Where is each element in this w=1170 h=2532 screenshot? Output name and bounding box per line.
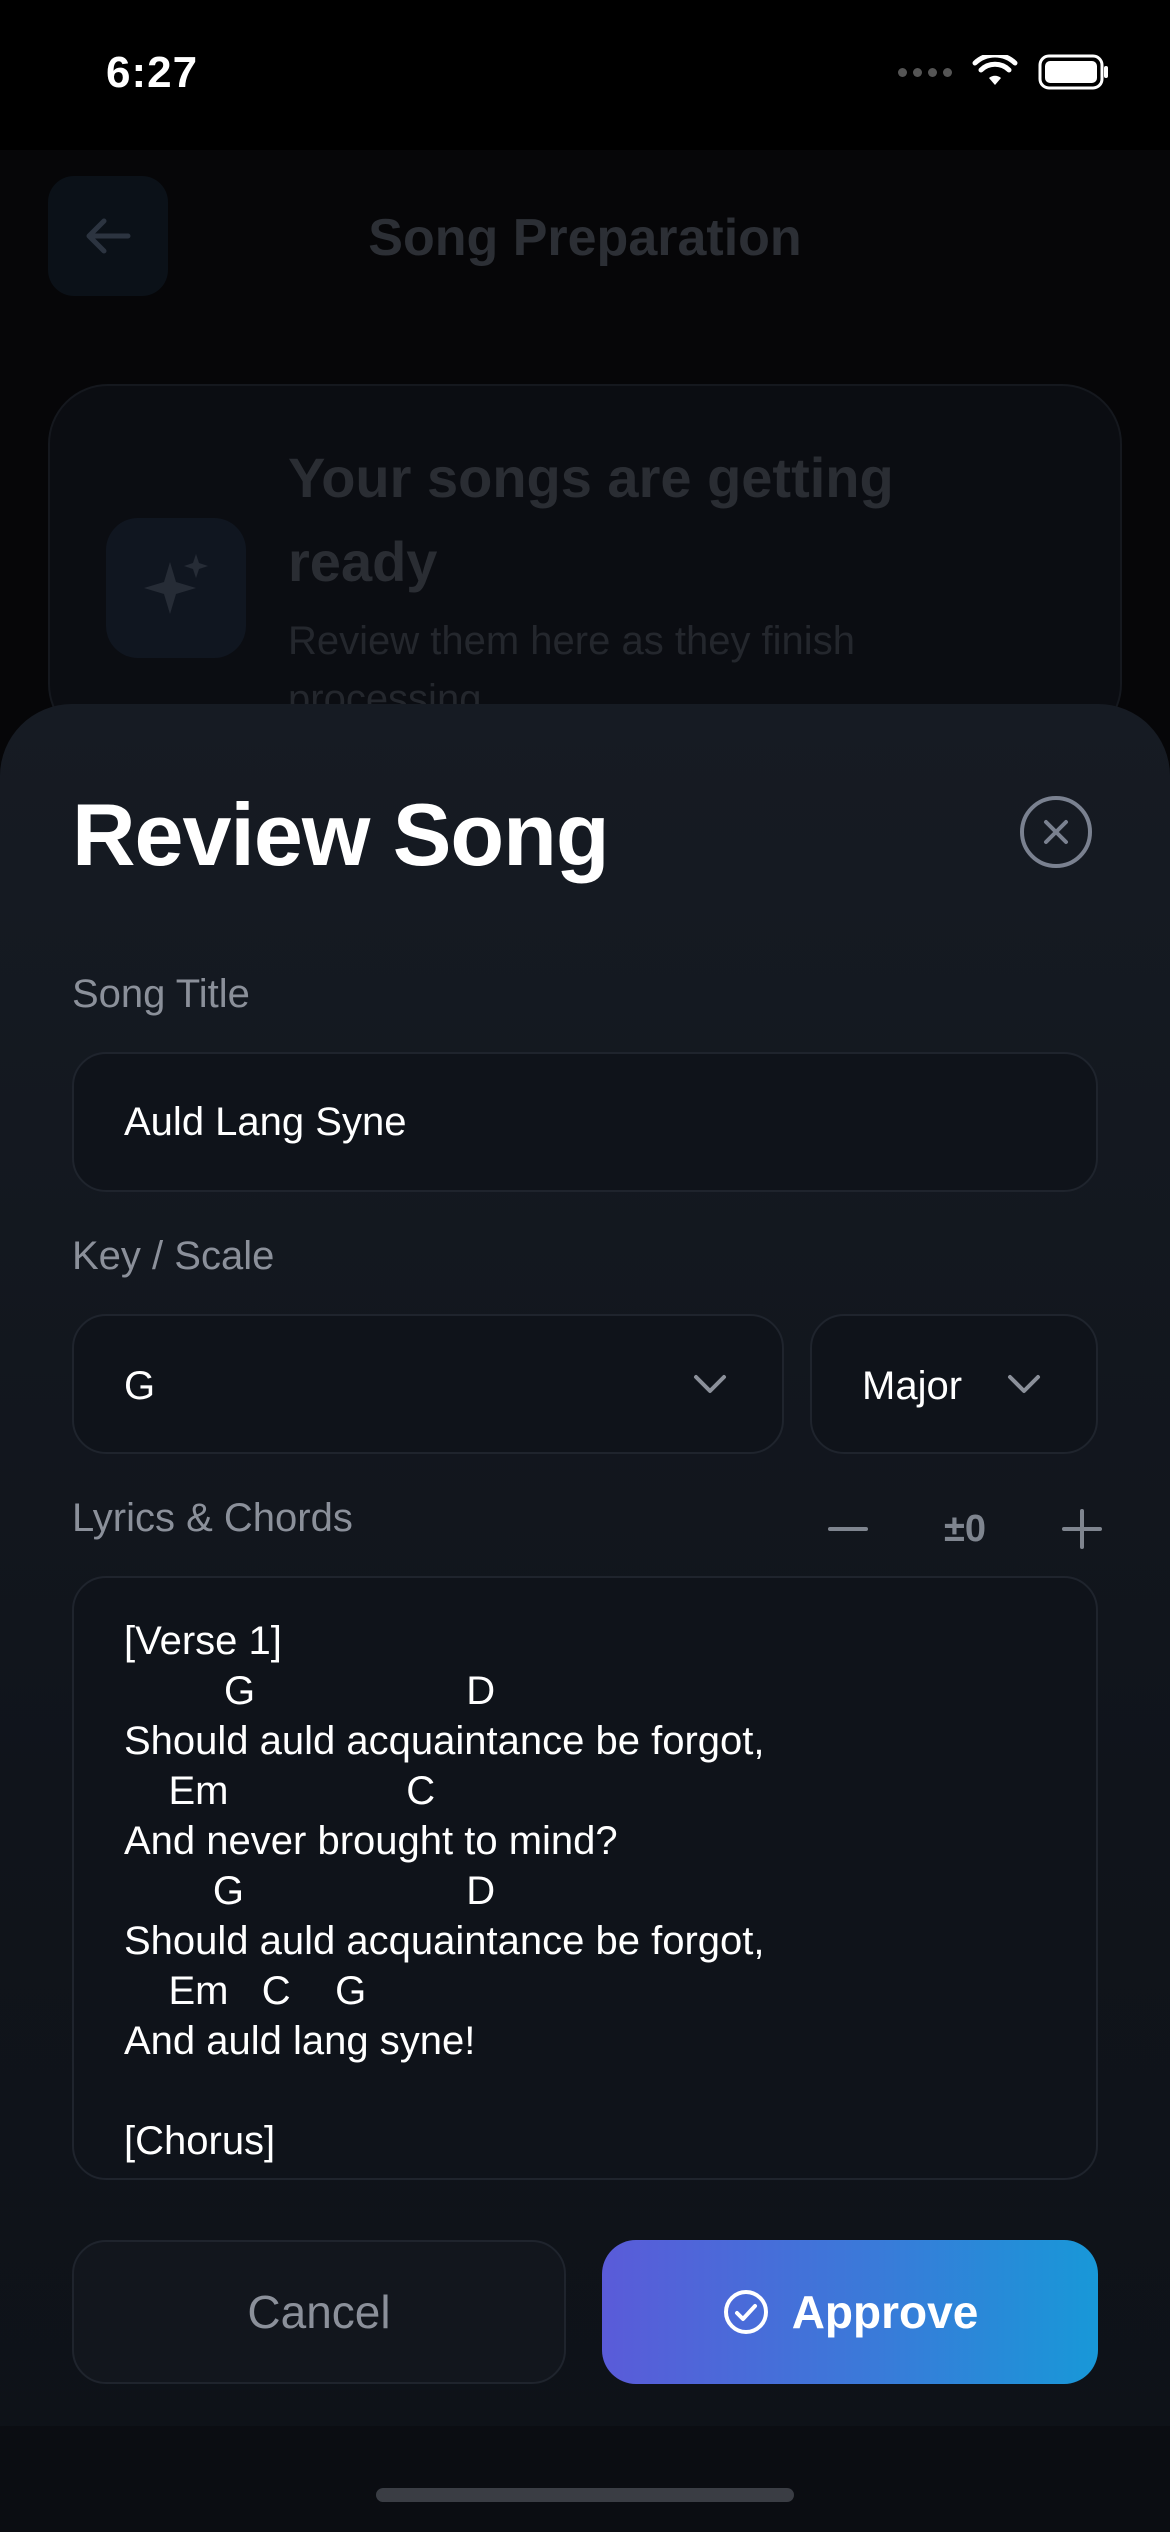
plus-icon [1062,1509,1102,1549]
cellular-signal-icon [898,67,952,77]
lyrics-textarea[interactable]: [Verse 1] G D Should auld acquaintance b… [72,1576,1098,2180]
battery-icon [1038,54,1108,90]
sheet-title: Review Song [72,785,610,884]
scale-value: Major [862,1364,963,1408]
card-title: Your songs are getting ready [288,446,894,593]
lyrics-chords-label: Lyrics & Chords [72,1496,353,1540]
minus-icon [828,1527,868,1531]
transpose-control: ±0 [820,1494,1110,1564]
song-title-value: Auld Lang Syne [124,1100,407,1144]
chevron-down-icon [1008,1375,1040,1393]
status-icons [898,54,1110,90]
bottom-safe-area [0,2426,1170,2532]
lyrics-text: [Verse 1] G D Should auld acquaintance b… [124,1619,765,2163]
song-title-label: Song Title [72,972,250,1016]
check-circle-icon [723,2290,768,2334]
scale-select[interactable]: Major [810,1314,1098,1454]
approve-button[interactable]: Approve [602,2240,1098,2384]
key-value: G [124,1364,156,1408]
page-title: Song Preparation [368,209,802,267]
song-title-input[interactable]: Auld Lang Syne [72,1052,1098,1192]
transpose-value: ±0 [944,1507,986,1550]
transpose-up-button[interactable] [1054,1501,1110,1557]
status-bar: 6:27 [0,0,1170,150]
cancel-button[interactable]: Cancel [72,2240,566,2384]
key-scale-label: Key / Scale [72,1234,275,1278]
status-card: Your songs are getting ready Review them… [48,384,1122,744]
cancel-label: Cancel [247,2286,391,2338]
home-indicator [376,2488,794,2502]
sparkles-icon [106,518,246,658]
chevron-down-icon [694,1375,726,1393]
status-time: 6:27 [106,48,199,97]
transpose-down-button[interactable] [820,1501,876,1557]
close-button[interactable] [1020,796,1092,868]
close-icon [1044,820,1068,844]
review-song-sheet: Review Song Song Title Auld Lang Syne Ke… [0,704,1170,2532]
key-select[interactable]: G [72,1314,784,1454]
wifi-icon [972,55,1018,85]
approve-label: Approve [791,2286,979,2338]
